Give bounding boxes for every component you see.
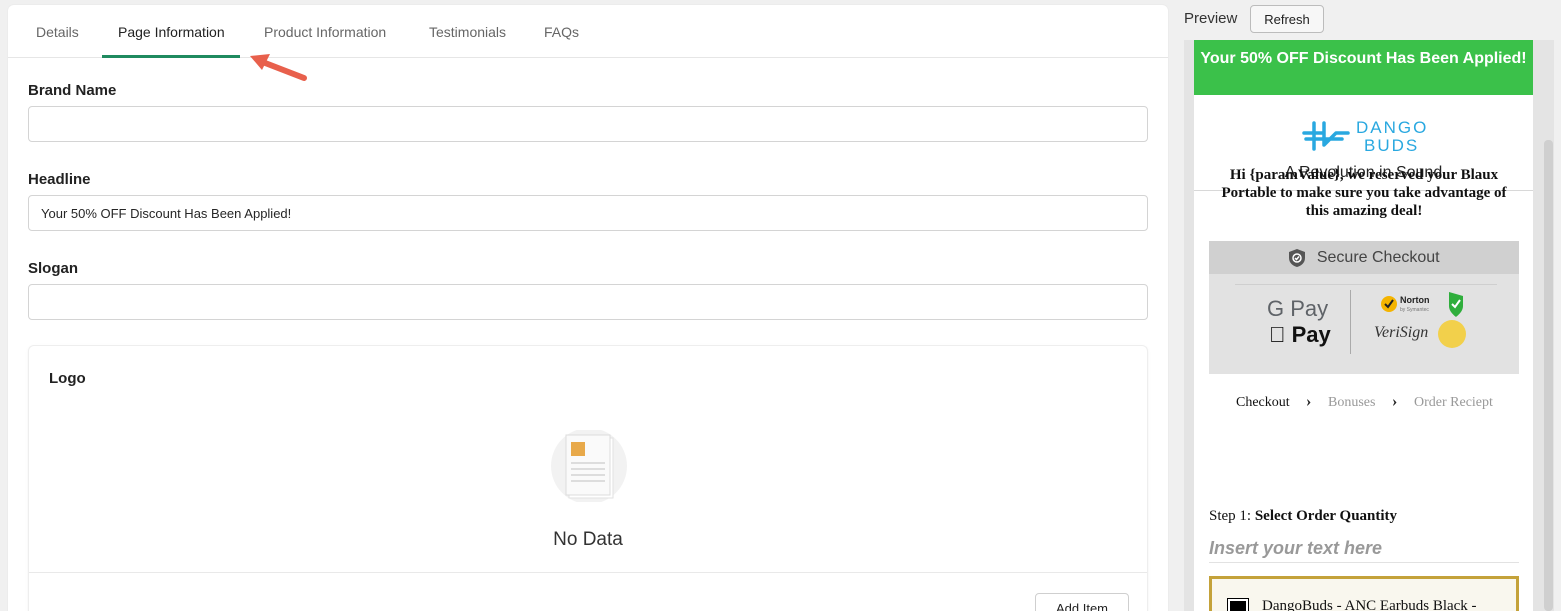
- step-order-receipt: Order Reciept: [1414, 395, 1493, 410]
- logo-card: Logo No Data Add Item: [28, 345, 1148, 611]
- product-checkbox[interactable]: [1227, 598, 1249, 611]
- step-checkout: Checkout: [1236, 395, 1290, 410]
- tab-bar: Details Page Information Product Informa…: [8, 5, 1168, 58]
- logo-text-buds: BUDS: [1364, 136, 1419, 155]
- shield-icon: [1289, 249, 1306, 267]
- preview-frame[interactable]: Your 50% OFF Discount Has Been Applied! …: [1184, 40, 1554, 611]
- secure-checkout-label: Secure Checkout: [1316, 249, 1440, 266]
- slogan-label: Slogan: [28, 260, 79, 277]
- preview-scrollbar[interactable]: [1544, 140, 1553, 611]
- payment-badges: G Pay  Pay Norton by Symantec VeriSign: [1209, 274, 1519, 374]
- norton-subtext: by Symantec: [1400, 307, 1429, 313]
- product-option[interactable]: DangoBuds - ANC Earbuds Black -: [1209, 576, 1519, 611]
- add-item-button[interactable]: Add Item: [1035, 593, 1129, 611]
- secure-checkout-header: Secure Checkout: [1209, 241, 1519, 274]
- brand-name-label: Brand Name: [28, 82, 117, 99]
- refresh-button[interactable]: Refresh: [1250, 5, 1324, 33]
- discount-banner: Your 50% OFF Discount Has Been Applied!: [1194, 40, 1533, 95]
- logo-card-title: Logo: [49, 370, 86, 387]
- apple-pay-logo:  Pay: [1269, 322, 1331, 348]
- tab-faqs[interactable]: FAQs: [544, 24, 579, 40]
- verisign-logo: VeriSign: [1374, 324, 1429, 341]
- no-data-text: No Data: [553, 529, 623, 550]
- editor-panel: Details Page Information Product Informa…: [8, 5, 1168, 611]
- step1-prefix: Step 1:: [1209, 508, 1255, 524]
- step1-title: Select Order Quantity: [1254, 508, 1398, 524]
- apple-pay-text: Pay: [1269, 322, 1331, 347]
- chevron-right-icon: ›: [1306, 393, 1312, 410]
- tab-testimonials[interactable]: Testimonials: [429, 24, 506, 40]
- apple-icon: : [1269, 322, 1286, 347]
- badge-divider-top: [1235, 284, 1497, 285]
- brand-name-input[interactable]: [28, 106, 1148, 142]
- insert-text-placeholder: Insert your text here: [1209, 538, 1519, 563]
- paypal-verified-seal-icon: [1438, 320, 1466, 348]
- tab-page-information[interactable]: Page Information: [118, 24, 225, 40]
- google-pay-logo: G Pay: [1267, 296, 1329, 321]
- product-name: DangoBuds - ANC Earbuds Black -: [1262, 598, 1477, 611]
- empty-document-icon: [551, 430, 627, 502]
- preview-page: Your 50% OFF Discount Has Been Applied! …: [1194, 40, 1533, 611]
- tab-details[interactable]: Details: [36, 24, 79, 40]
- headline-input[interactable]: [28, 195, 1148, 231]
- badge-divider: [1350, 290, 1351, 354]
- logo-text-dango: DANGO: [1356, 118, 1428, 137]
- norton-text: Norton: [1400, 295, 1430, 305]
- dangobuds-logo-icon: DANGO BUDS: [1302, 118, 1428, 155]
- preview-label: Preview: [1184, 10, 1238, 27]
- norton-badge-icon: Norton by Symantec: [1381, 292, 1463, 317]
- annotation-arrow-icon: [250, 54, 307, 81]
- greeting-text: Hi {paramValue}, we reserved your Blaux …: [1221, 167, 1507, 219]
- headline-label: Headline: [28, 171, 91, 188]
- step1-heading: Step 1: Select Order Quantity: [1209, 508, 1397, 525]
- card-divider: [29, 572, 1147, 573]
- step-bonuses: Bonuses: [1328, 395, 1376, 410]
- active-tab-indicator: [102, 55, 240, 58]
- slogan-input[interactable]: [28, 284, 1148, 320]
- tab-product-information[interactable]: Product Information: [264, 24, 386, 40]
- secure-checkout-box: Secure Checkout G Pay  Pay Norton by Sy…: [1209, 241, 1519, 374]
- chevron-right-icon: ›: [1392, 393, 1398, 410]
